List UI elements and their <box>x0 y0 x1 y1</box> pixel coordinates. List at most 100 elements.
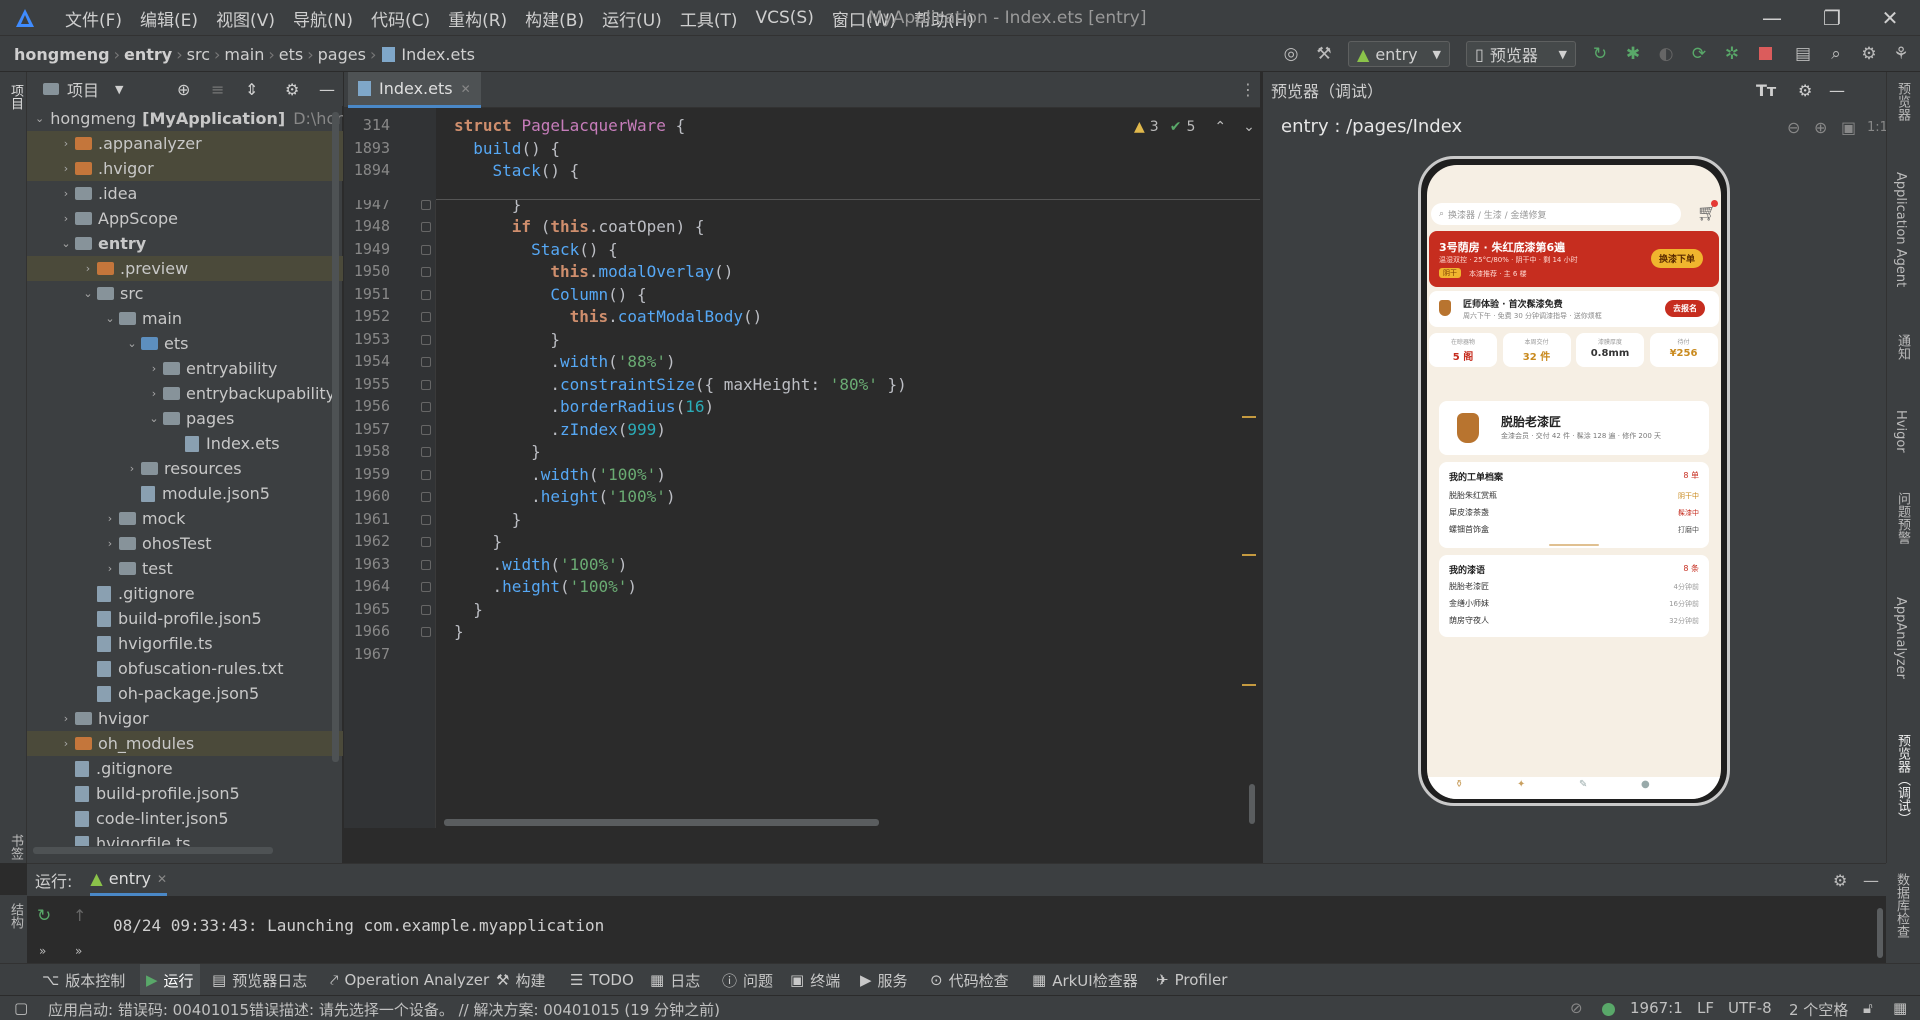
breadcrumb-item[interactable]: hongmeng <box>14 45 110 64</box>
zoom-out-icon[interactable]: ⊖ <box>1787 118 1800 137</box>
sidebar-tab-appanalyzer[interactable]: AppAnalyzer <box>1893 597 1908 679</box>
chevron-right-icon[interactable]: › <box>145 362 163 375</box>
fold-marker-icon[interactable] <box>421 222 431 232</box>
tool-window-12[interactable]: ✈ Profiler <box>1156 964 1227 996</box>
tree-node[interactable]: ⌄ entry <box>27 231 343 256</box>
fold-marker-icon[interactable] <box>421 604 431 615</box>
stat-card[interactable]: 本周交付 32 件 <box>1502 333 1571 367</box>
chevron-down-icon[interactable]: ⌄ <box>79 287 97 300</box>
reorder-button[interactable]: 换漆下单 <box>1651 249 1704 268</box>
nav-create-icon[interactable]: ✎ <box>1579 779 1587 790</box>
hide-panel-icon[interactable]: — <box>1829 81 1845 100</box>
more-actions-icon[interactable]: » <box>75 944 82 958</box>
stat-card[interactable]: 漆膜厚度 0.8mm <box>1576 333 1644 367</box>
tree-node[interactable]: obfuscation-rules.txt <box>27 656 343 681</box>
sidebar-tab-previewer-debug[interactable]: 预览器（调试） <box>1893 734 1912 825</box>
fit-screen-icon[interactable]: ▣ <box>1841 118 1856 137</box>
readonly-lock-icon[interactable]: 🔓︎ <box>1863 999 1873 1017</box>
no-network-icon[interactable]: ⊘ <box>1570 999 1583 1017</box>
settings-icon[interactable]: ⚙ <box>1798 81 1812 100</box>
code-line[interactable]: Column() { <box>454 285 646 304</box>
code-line[interactable]: } <box>454 622 464 641</box>
breadcrumb-item[interactable]: main <box>224 45 264 64</box>
sidebar-tab-structure[interactable]: 结构 <box>6 903 25 929</box>
signup-button[interactable]: 去报名 <box>1665 300 1705 317</box>
code-line[interactable]: .constraintSize({ maxHeight: '80%' }) <box>454 375 906 394</box>
tree-node[interactable]: › ohosTest <box>27 531 343 556</box>
inspection-widget[interactable]: ▲ 3 ✔ 5 ⌃ ⌄ <box>1134 116 1255 138</box>
order-name[interactable]: 脱胎朱红赏瓶 <box>1449 490 1497 501</box>
tree-node[interactable]: build-profile.json5 <box>27 781 343 806</box>
breadcrumb-item[interactable]: entry <box>124 45 172 64</box>
rerun-icon[interactable]: ↻ <box>1589 43 1611 65</box>
settings-icon[interactable]: ⚙ <box>285 80 299 99</box>
tree-node[interactable]: hvigorfile.ts <box>27 631 343 656</box>
menu-item[interactable]: 运行(U) <box>593 6 671 31</box>
breadcrumb-item[interactable]: src <box>187 45 210 64</box>
tree-node[interactable]: module.json5 <box>27 481 343 506</box>
tree-node[interactable]: .gitignore <box>27 581 343 606</box>
target-icon[interactable]: ◎ <box>1280 43 1302 65</box>
stat-card[interactable]: 在晾器物 5 阁 <box>1429 333 1497 367</box>
sticky-code-line[interactable]: build() { <box>454 139 560 158</box>
chevron-right-icon[interactable]: › <box>101 562 119 575</box>
menu-item[interactable]: 代码(C) <box>362 6 439 31</box>
promo-card[interactable]: 匠师体验 · 首次髹漆免费 周六下午 · 免费 30 分钟调漆指导 · 送你烦框… <box>1429 291 1719 327</box>
breadcrumb-item[interactable]: Index.ets <box>401 45 475 64</box>
font-size-icon[interactable]: Tт <box>1756 81 1776 100</box>
fold-marker-icon[interactable] <box>421 289 431 300</box>
fold-marker-icon[interactable] <box>421 582 431 592</box>
project-panel-title[interactable]: 项目 <box>67 77 99 101</box>
panel-toggle-icon[interactable]: ▢ <box>14 999 28 1017</box>
tree-node[interactable]: ⌄ pages <box>27 406 343 431</box>
close-tab-icon[interactable]: ✕ <box>461 82 471 96</box>
fold-marker-icon[interactable] <box>421 559 431 570</box>
code-line[interactable]: .zIndex(999) <box>454 420 666 439</box>
menu-item[interactable]: 视图(V) <box>207 6 284 31</box>
next-highlight-icon[interactable]: ⌄ <box>1243 119 1255 135</box>
sticky-code-line[interactable]: struct PageLacquerWare { <box>454 116 685 135</box>
tab-index-ets[interactable]: Index.ets ✕ <box>348 72 481 108</box>
tool-window-2[interactable]: ▤ 预览器日志 <box>212 964 307 996</box>
sidebar-tab-database[interactable]: 数据库检查 <box>1892 873 1911 938</box>
chevron-right-icon[interactable]: › <box>57 212 75 225</box>
settings-icon[interactable]: ⚙ <box>1833 871 1847 890</box>
prev-highlight-icon[interactable]: ⌃ <box>1214 119 1226 135</box>
tree-node[interactable]: › mock <box>27 506 343 531</box>
device-select[interactable]: ▯ 预览器 ▼ <box>1466 41 1576 67</box>
tool-window-8[interactable]: ▣ 终端 <box>790 964 840 996</box>
tool-window-3[interactable]: ⤤ Operation Analyzer <box>330 964 489 996</box>
device-manager-icon[interactable]: ▤ <box>1792 43 1814 65</box>
minimize-button[interactable]: — <box>1752 4 1792 32</box>
chevron-right-icon[interactable]: › <box>101 537 119 550</box>
tool-window-9[interactable]: ▶ 服务 <box>860 964 908 996</box>
code-line[interactable]: .width('100%') <box>454 465 666 484</box>
more-tabs-icon[interactable]: ⋮ <box>1240 80 1256 99</box>
settings-icon[interactable]: ⚙ <box>1858 43 1880 65</box>
chevron-down-icon[interactable]: ▼ <box>115 83 123 96</box>
breadcrumb-item[interactable]: ets <box>279 45 303 64</box>
run-tab[interactable]: ▲ entry ✕ <box>90 864 168 896</box>
fold-marker-icon[interactable] <box>421 492 431 502</box>
expand-all-icon[interactable]: ⇕ <box>245 80 258 99</box>
menu-item[interactable]: 构建(B) <box>516 6 593 31</box>
chevron-down-icon[interactable]: ⌄ <box>123 337 141 350</box>
chevron-right-icon[interactable]: › <box>57 137 75 150</box>
tree-node[interactable]: › hvigor <box>27 706 343 731</box>
tool-window-0[interactable]: ⌥ 版本控制 <box>42 964 125 996</box>
fold-marker-icon[interactable] <box>421 424 431 435</box>
fold-marker-icon[interactable] <box>421 357 431 367</box>
tool-window-4[interactable]: ⚒ 构建 <box>496 964 545 996</box>
tree-node[interactable]: › entrybackupability <box>27 381 343 406</box>
code-line[interactable]: .width('88%') <box>454 352 675 371</box>
fold-marker-icon[interactable] <box>421 514 431 525</box>
sidebar-tab-project[interactable]: 项目 <box>6 84 25 110</box>
tree-horizontal-scrollbar[interactable] <box>33 847 273 854</box>
profile-card[interactable]: 脱胎老漆匠 金漆会员 · 交付 42 件 · 髹涂 128 遍 · 修作 200… <box>1439 401 1709 455</box>
fold-marker-icon[interactable] <box>421 402 431 412</box>
zoom-in-icon[interactable]: ⊕ <box>1814 118 1827 137</box>
plugin-icon[interactable]: ⚘ <box>1890 43 1912 65</box>
code-line[interactable]: } <box>454 532 503 551</box>
tree-root[interactable]: ⌄ hongmeng [MyApplication] D:\hon <box>27 106 343 131</box>
order-name[interactable]: 犀皮漆茶盏 <box>1449 507 1489 518</box>
